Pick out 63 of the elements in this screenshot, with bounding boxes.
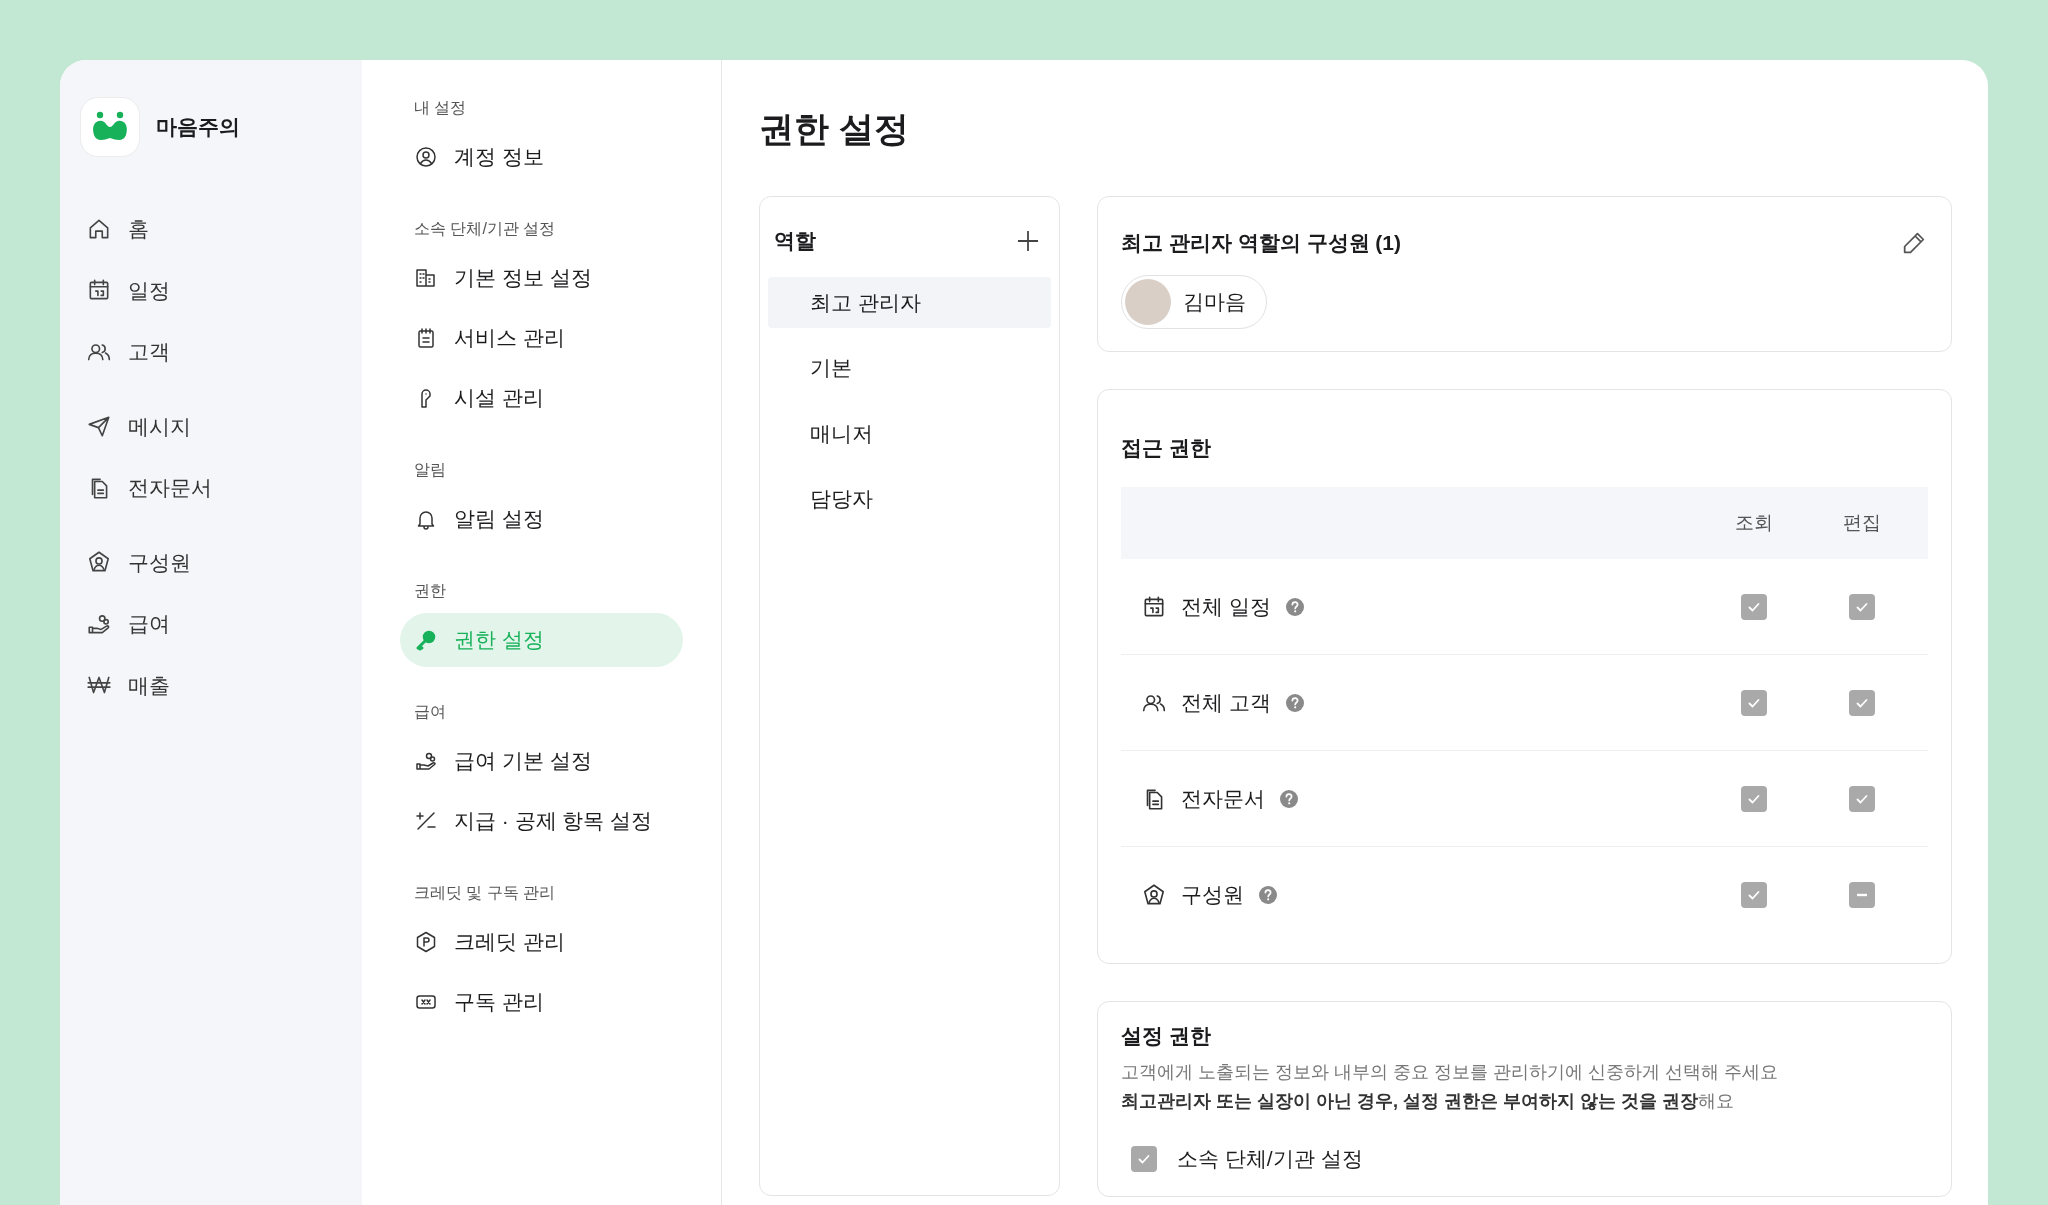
access-title: 접근 권한 — [1121, 434, 1212, 461]
menu-item[interactable]: 시설 관리 — [400, 371, 683, 425]
description-text: 최고관리자 또는 실장이 아닌 경우, 설정 권한은 부여하지 않는 것을 권장해요 — [1121, 1090, 1735, 1114]
checkbox[interactable] — [1741, 689, 1767, 716]
permission-label: 전체 일정 — [1181, 593, 1271, 620]
menu-section-heading: 권한 — [414, 581, 447, 601]
permission-label: 전자문서 — [1181, 785, 1265, 812]
checkbox[interactable] — [1741, 785, 1767, 812]
nav-item[interactable]: 홈 — [80, 205, 342, 253]
key-icon — [414, 628, 438, 652]
menu-item[interactable]: 급여 기본 설정 — [400, 734, 683, 788]
menu-item[interactable]: 기본 정보 설정 — [400, 251, 683, 305]
role-item[interactable]: 매니저 — [768, 407, 1051, 459]
nav-item[interactable]: 고객 — [80, 328, 342, 376]
plus-minus-icon — [414, 809, 438, 833]
role-item[interactable]: 담당자 — [768, 473, 1051, 525]
menu-section-heading: 급여 — [414, 702, 447, 722]
role-item[interactable]: 최고 관리자 — [768, 276, 1051, 328]
column-header: 조회 — [1734, 510, 1774, 535]
members-title: 최고 관리자 역할의 구성원 (1) — [1121, 230, 1401, 256]
nav-item[interactable]: 일정 — [80, 266, 342, 314]
permission-label: 구성원 — [1181, 882, 1244, 909]
role-item[interactable]: 기본 — [768, 342, 1051, 394]
menu-item[interactable]: 크레딧 관리 — [400, 915, 683, 969]
nav-item[interactable]: 전자문서 — [80, 464, 342, 512]
page-title: 권한 설정 — [759, 108, 910, 150]
menu-item[interactable]: 구독 관리 — [400, 975, 683, 1029]
nav-item[interactable]: 매출 — [80, 661, 342, 709]
menu-item[interactable]: 계정 정보 — [400, 130, 683, 184]
settings-permission-title: 설정 권한 — [1121, 1023, 1212, 1049]
checkbox[interactable] — [1849, 882, 1875, 908]
description-text: 고객에게 노출되는 정보와 내부의 중요 정보를 관리하기에 신중하게 선택해 주세요 — [1121, 1060, 1779, 1084]
help-icon[interactable] — [1258, 885, 1278, 905]
nav-item[interactable]: 구성원 — [80, 538, 342, 586]
menu-item[interactable]: 지급 · 공제 항목 설정 — [400, 794, 683, 848]
menu-section-heading: 알림 — [414, 460, 447, 480]
logo-icon — [80, 97, 140, 157]
menu-section-heading: 크레딧 및 구독 관리 — [414, 883, 557, 903]
column-header: 편집 — [1842, 510, 1882, 535]
hexagon-coin-icon — [414, 930, 438, 954]
nav-item[interactable]: 메시지 — [80, 402, 342, 450]
checkbox[interactable] — [1131, 1145, 1157, 1172]
nav-item[interactable]: 급여 — [80, 600, 342, 648]
checkbox[interactable] — [1741, 882, 1767, 908]
menu-item[interactable]: 알림 설정 — [400, 492, 683, 546]
avatar-placeholder — [1125, 278, 1171, 325]
building-icon — [414, 266, 438, 290]
menu-section-heading: 소속 단체/기관 설정 — [414, 219, 557, 239]
brand-name: 마음주의 — [156, 114, 240, 141]
checkbox[interactable] — [1741, 593, 1767, 620]
checkbox[interactable] — [1849, 689, 1875, 716]
help-icon[interactable] — [1284, 692, 1305, 713]
checkbox-label: 소속 단체/기관 설정 — [1177, 1145, 1363, 1172]
help-icon[interactable] — [1279, 788, 1299, 809]
checkbox[interactable] — [1849, 785, 1875, 812]
menu-section-heading: 내 설정 — [414, 98, 468, 118]
menu-item[interactable]: 서비스 관리 — [400, 311, 683, 365]
user-circle-icon — [414, 145, 438, 169]
member-chip[interactable]: 김마음 — [1121, 274, 1267, 329]
roles-title: 역할 — [774, 228, 816, 254]
checkbox[interactable] — [1849, 593, 1875, 620]
help-icon[interactable] — [1284, 596, 1305, 617]
permission-label: 전체 고객 — [1181, 689, 1271, 716]
